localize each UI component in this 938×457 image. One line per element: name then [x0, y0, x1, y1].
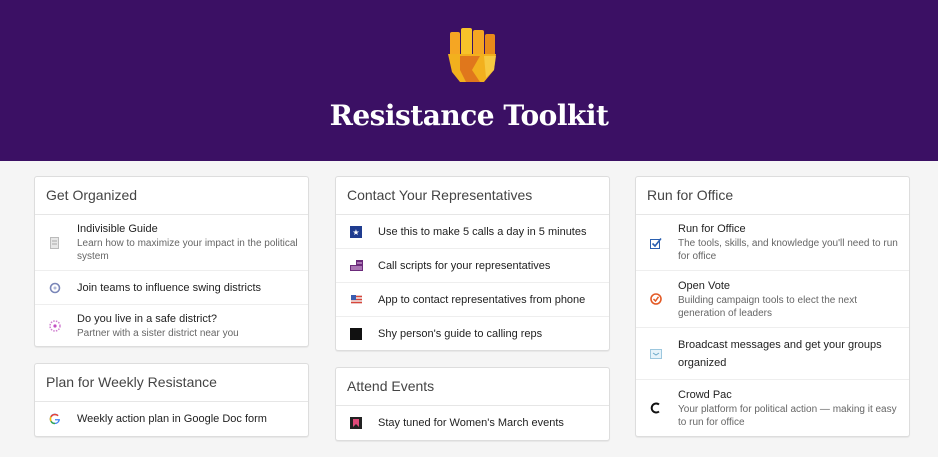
list-item-contact-app[interactable]: App to contact representatives from phon… — [336, 283, 609, 317]
item-title: Use this to make 5 calls a day in 5 minu… — [378, 225, 587, 238]
item-title: App to contact representatives from phon… — [378, 293, 586, 306]
list-item-shy-guide[interactable]: Shy person's guide to calling reps — [336, 317, 609, 350]
list-item-run-for-office[interactable]: Run for Office The tools, skills, and kn… — [636, 215, 909, 271]
card-attend-events: Attend Events Stay tuned for Women's Mar… — [335, 367, 610, 441]
raised-fist-logo — [448, 28, 496, 82]
item-description: Building campaign tools to elect the nex… — [678, 294, 857, 319]
item-title: Run for Office — [678, 223, 746, 235]
column-3: Run for Office Run for Office The tools,… — [635, 176, 910, 453]
list-item-crowd-pac[interactable]: Crowd Pac Your platform for political ac… — [636, 380, 909, 436]
card-get-organized: Get Organized Indivisible Guide Learn ho… — [34, 176, 309, 347]
card-title: Plan for Weekly Resistance — [35, 364, 308, 402]
card-weekly-resistance: Plan for Weekly Resistance Weekly action… — [34, 363, 309, 437]
item-title: Call scripts for your representatives — [378, 259, 551, 272]
card-title: Get Organized — [35, 177, 308, 215]
sister-district-icon — [48, 319, 62, 333]
item-description: Your platform for political action — mak… — [678, 403, 897, 428]
five-calls-icon: ★ — [349, 225, 363, 239]
list-item-sister-district[interactable]: Do you live in a safe district? Partner … — [35, 305, 308, 346]
item-title: Weekly action plan in Google Doc form — [77, 413, 267, 425]
list-item-weekly-plan[interactable]: Weekly action plan in Google Doc form — [35, 402, 308, 436]
item-title: Shy person's guide to calling reps — [378, 327, 543, 340]
item-description: Learn how to maximize your impact in the… — [77, 238, 298, 262]
column-2: Contact Your Representatives ★ Use this … — [335, 176, 610, 457]
card-title: Run for Office — [636, 177, 909, 215]
open-vote-icon — [649, 292, 663, 306]
item-title: Crowd Pac — [678, 388, 732, 401]
list-item-open-vote[interactable]: Open Vote Building campaign tools to ele… — [636, 271, 909, 328]
page-title: Resistance Toolkit — [329, 99, 609, 132]
item-description: The tools, skills, and knowledge you'll … — [678, 238, 898, 262]
swing-left-icon — [48, 281, 62, 295]
item-title: Join teams to influence swing districts — [77, 281, 262, 294]
card-title: Attend Events — [336, 368, 609, 406]
google-icon — [48, 412, 62, 426]
list-item-five-calls[interactable]: ★ Use this to make 5 calls a day in 5 mi… — [336, 215, 609, 249]
list-item-indivisible[interactable]: Indivisible Guide Learn how to maximize … — [35, 215, 308, 271]
item-title: Broadcast messages and get your groups o… — [678, 338, 882, 369]
card-run-for-office: Run for Office Run for Office The tools,… — [635, 176, 910, 437]
crowd-pac-icon — [649, 401, 663, 415]
womens-march-icon — [349, 416, 363, 430]
list-item-womens-march[interactable]: Stay tuned for Women's March events — [336, 406, 609, 440]
svg-text:★: ★ — [352, 228, 359, 237]
black-square-icon — [349, 327, 363, 341]
checkbox-icon — [649, 236, 663, 250]
item-title: Stay tuned for Women's March events — [378, 417, 564, 429]
item-title: Open Vote — [678, 279, 730, 292]
column-1: Get Organized Indivisible Guide Learn ho… — [34, 176, 309, 453]
app-flag-icon — [349, 293, 363, 307]
item-description: Partner with a sister district near you — [77, 327, 239, 339]
card-contact-reps: Contact Your Representatives ★ Use this … — [335, 176, 610, 351]
header-banner: Resistance Toolkit — [0, 0, 938, 161]
document-icon — [48, 236, 62, 250]
list-item-call-scripts[interactable]: Call scripts for your representatives — [336, 249, 609, 283]
list-item-swing-districts[interactable]: Join teams to influence swing districts — [35, 271, 308, 305]
list-item-broadcast[interactable]: Broadcast messages and get your groups o… — [636, 328, 909, 380]
item-title: Indivisible Guide — [77, 223, 158, 235]
item-title: Do you live in a safe district? — [77, 312, 218, 325]
broadcast-icon — [649, 347, 663, 361]
script-flag-icon — [349, 259, 363, 273]
card-title: Contact Your Representatives — [336, 177, 609, 215]
